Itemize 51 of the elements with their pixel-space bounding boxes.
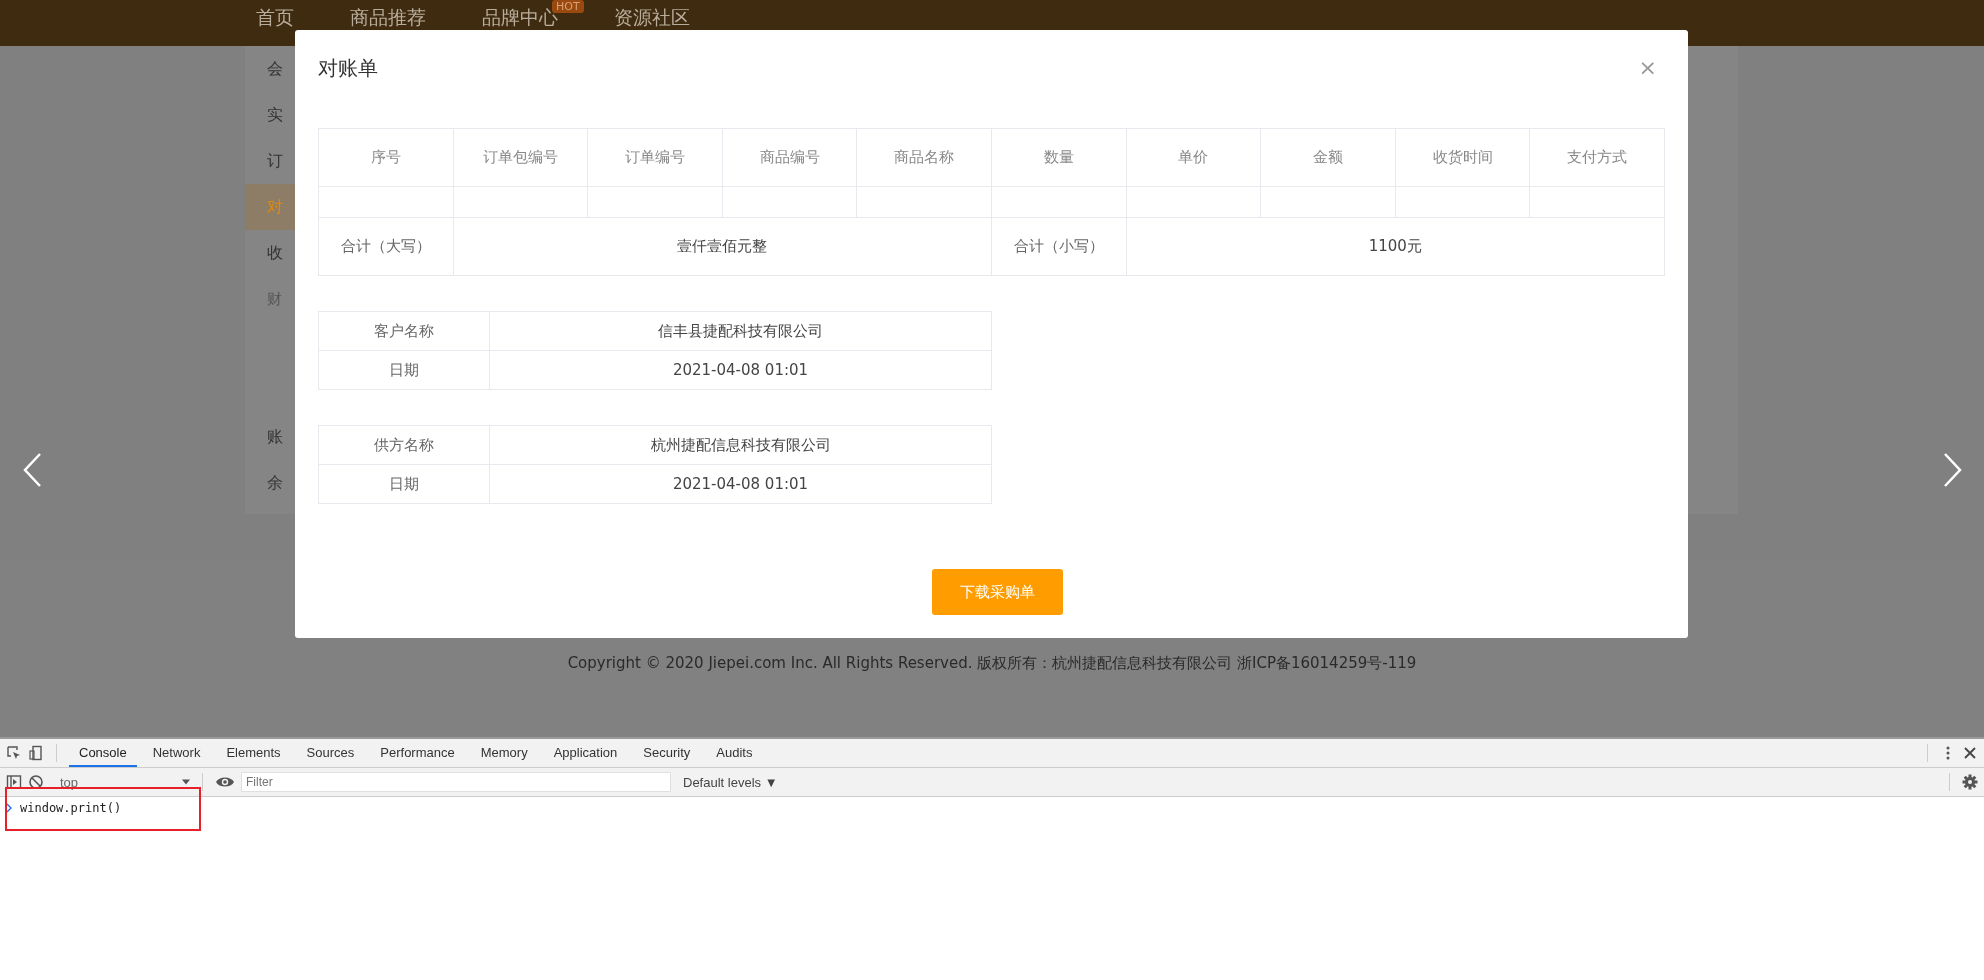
chevron-left-icon[interactable] (22, 452, 42, 488)
devtools-tab[interactable]: Audits (706, 739, 763, 767)
devtools-tab[interactable]: Performance (370, 739, 465, 767)
table-cell: 合计（小写） (991, 217, 1127, 276)
column-header: 商品编号 (722, 128, 857, 187)
column-header: 商品名称 (856, 128, 992, 187)
clear-icon[interactable] (28, 774, 44, 790)
table-cell: 合计（大写） (318, 217, 454, 276)
column-header: 订单包编号 (453, 128, 588, 187)
dialog-title: 对账单 (318, 54, 378, 82)
column-header: 收货时间 (1395, 128, 1530, 187)
caret-icon (182, 779, 190, 785)
devtools-tab[interactable]: Elements (216, 739, 291, 767)
devtools-tab[interactable]: Network (142, 739, 211, 767)
eye-icon[interactable] (215, 775, 235, 789)
table-cell: 1100元 (1126, 217, 1665, 276)
prompt-icon (6, 803, 12, 813)
column-header: 数量 (991, 128, 1127, 187)
table-cell: 2021-04-08 01:01 (489, 464, 992, 504)
sidebar-toggle-icon[interactable] (6, 774, 22, 790)
table-cell: 日期 (318, 464, 490, 504)
nav-link[interactable]: 商品推荐 (350, 6, 426, 28)
filter-field[interactable]: Filter (241, 772, 671, 792)
column-header: 单价 (1126, 128, 1261, 187)
settings-icon[interactable] (1962, 774, 1978, 790)
column-header: 支付方式 (1529, 128, 1665, 187)
hot-badge: HOT (552, 0, 584, 13)
nav-link[interactable]: 首页 (256, 6, 294, 28)
table-cell: 供方名称 (318, 425, 490, 465)
inspect-icon[interactable] (6, 745, 22, 761)
table-cell: 杭州捷配信息科技有限公司 (489, 425, 992, 465)
table-cell: 信丰县捷配科技有限公司 (489, 311, 992, 351)
column-header: 序号 (318, 128, 454, 187)
table-cell: 客户名称 (318, 311, 490, 351)
close-icon[interactable] (1962, 745, 1978, 761)
devtools-tab[interactable]: Sources (296, 739, 365, 767)
column-header: 订单编号 (587, 128, 723, 187)
table-cell: 日期 (318, 350, 490, 390)
devtools-tab[interactable]: Application (543, 739, 628, 767)
console-command: window.print() (20, 801, 122, 815)
copyright-text: Copyright © 2020 Jiepei.com Inc. All Rights Reserved. 版权所有：杭州捷配信息科技有限公司 浙ICP备16014259号-119 (567, 654, 1417, 674)
device-icon[interactable] (28, 745, 44, 761)
devtools-tab[interactable]: Memory (470, 739, 538, 767)
table-cell: 2021-04-08 01:01 (489, 350, 992, 390)
table-cell: 壹仟壹佰元整 (453, 217, 992, 276)
context-select[interactable]: top (50, 774, 190, 790)
nav-link[interactable]: 资源社区 (614, 6, 690, 28)
devtools-tab[interactable]: Security (633, 739, 701, 767)
column-header: 金额 (1260, 128, 1396, 187)
levels-dropdown[interactable]: Default levels ▼ (683, 774, 778, 790)
chevron-right-icon[interactable] (1943, 452, 1963, 488)
